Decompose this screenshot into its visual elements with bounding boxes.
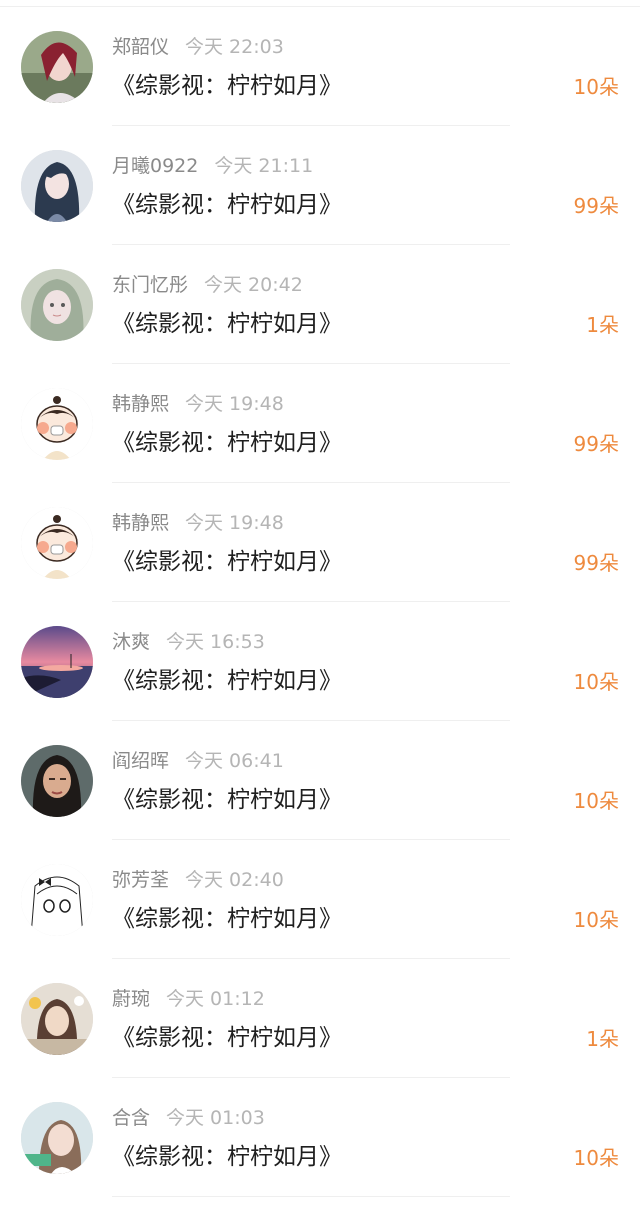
list-item[interactable]: 月曦0922 今天 21:11 《综影视：柠柠如月》 99朵 bbox=[0, 126, 640, 245]
list-item[interactable]: 沐爽 今天 16:53 《综影视：柠柠如月》 10朵 bbox=[0, 602, 640, 721]
list-item[interactable]: 韩静熙 今天 19:48 《综影视：柠柠如月》 99朵 bbox=[0, 483, 640, 602]
book-title[interactable]: 《综影视：柠柠如月》 bbox=[112, 309, 342, 339]
list-item[interactable]: 韩静熙 今天 19:48 《综影视：柠柠如月》 99朵 bbox=[0, 364, 640, 483]
gift-count: 99朵 bbox=[573, 194, 619, 218]
book-title[interactable]: 《综影视：柠柠如月》 bbox=[112, 1142, 342, 1172]
avatar[interactable] bbox=[21, 626, 93, 698]
item-meta: 郑韶仪 今天 22:03 bbox=[112, 35, 284, 59]
list-item[interactable]: 蔚琬 今天 01:12 《综影视：柠柠如月》 1朵 bbox=[0, 959, 640, 1078]
item-meta: 韩静熙 今天 19:48 bbox=[112, 511, 284, 535]
gift-count: 1朵 bbox=[586, 313, 619, 337]
gift-count: 10朵 bbox=[573, 789, 619, 813]
book-title[interactable]: 《综影视：柠柠如月》 bbox=[112, 428, 342, 458]
timestamp: 今天 20:42 bbox=[204, 274, 303, 296]
avatar[interactable] bbox=[21, 388, 93, 460]
item-meta: 弥芳荃 今天 02:40 bbox=[112, 868, 284, 892]
gift-count: 99朵 bbox=[573, 551, 619, 575]
avatar[interactable] bbox=[21, 745, 93, 817]
timestamp: 今天 22:03 bbox=[185, 36, 284, 58]
user-name[interactable]: 弥芳荃 bbox=[112, 869, 169, 891]
item-meta: 合含 今天 01:03 bbox=[112, 1106, 265, 1130]
list-item[interactable]: 东门忆彤 今天 20:42 《综影视：柠柠如月》 1朵 bbox=[0, 245, 640, 364]
avatar[interactable] bbox=[21, 269, 93, 341]
gift-count: 10朵 bbox=[573, 1146, 619, 1170]
row-divider bbox=[112, 1196, 510, 1197]
timestamp: 今天 19:48 bbox=[185, 512, 284, 534]
book-title[interactable]: 《综影视：柠柠如月》 bbox=[112, 547, 342, 577]
book-title[interactable]: 《综影视：柠柠如月》 bbox=[112, 1023, 342, 1053]
timestamp: 今天 01:03 bbox=[166, 1107, 265, 1129]
item-meta: 沐爽 今天 16:53 bbox=[112, 630, 265, 654]
avatar[interactable] bbox=[21, 31, 93, 103]
timestamp: 今天 06:41 bbox=[185, 750, 284, 772]
list-item[interactable]: 阎绍晖 今天 06:41 《综影视：柠柠如月》 10朵 bbox=[0, 721, 640, 840]
timestamp: 今天 02:40 bbox=[185, 869, 284, 891]
list-item[interactable]: 弥芳荃 今天 02:40 《综影视：柠柠如月》 10朵 bbox=[0, 840, 640, 959]
user-name[interactable]: 沐爽 bbox=[112, 631, 150, 653]
book-title[interactable]: 《综影视：柠柠如月》 bbox=[112, 785, 342, 815]
user-name[interactable]: 阎绍晖 bbox=[112, 750, 169, 772]
timestamp: 今天 19:48 bbox=[185, 393, 284, 415]
gift-count: 10朵 bbox=[573, 75, 619, 99]
item-meta: 韩静熙 今天 19:48 bbox=[112, 392, 284, 416]
user-name[interactable]: 韩静熙 bbox=[112, 393, 169, 415]
user-name[interactable]: 月曦0922 bbox=[112, 155, 198, 177]
timestamp: 今天 16:53 bbox=[166, 631, 265, 653]
avatar[interactable] bbox=[21, 983, 93, 1055]
book-title[interactable]: 《综影视：柠柠如月》 bbox=[112, 904, 342, 934]
avatar[interactable] bbox=[21, 864, 93, 936]
book-title[interactable]: 《综影视：柠柠如月》 bbox=[112, 666, 342, 696]
gift-count: 10朵 bbox=[573, 670, 619, 694]
user-name[interactable]: 蔚琬 bbox=[112, 988, 150, 1010]
user-name[interactable]: 韩静熙 bbox=[112, 512, 169, 534]
item-meta: 阎绍晖 今天 06:41 bbox=[112, 749, 284, 773]
gift-count: 99朵 bbox=[573, 432, 619, 456]
avatar[interactable] bbox=[21, 507, 93, 579]
avatar[interactable] bbox=[21, 1102, 93, 1174]
item-meta: 东门忆彤 今天 20:42 bbox=[112, 273, 303, 297]
avatar[interactable] bbox=[21, 150, 93, 222]
list-item[interactable]: 合含 今天 01:03 《综影视：柠柠如月》 10朵 bbox=[0, 1078, 640, 1197]
item-meta: 月曦0922 今天 21:11 bbox=[112, 154, 313, 178]
top-divider bbox=[0, 0, 640, 7]
timestamp: 今天 21:11 bbox=[214, 155, 314, 177]
item-meta: 蔚琬 今天 01:12 bbox=[112, 987, 265, 1011]
gift-count: 10朵 bbox=[573, 908, 619, 932]
user-name[interactable]: 东门忆彤 bbox=[112, 274, 188, 296]
gift-count: 1朵 bbox=[586, 1027, 619, 1051]
timestamp: 今天 01:12 bbox=[166, 988, 265, 1010]
list-item[interactable]: 郑韶仪 今天 22:03 《综影视：柠柠如月》 10朵 bbox=[0, 7, 640, 126]
book-title[interactable]: 《综影视：柠柠如月》 bbox=[112, 190, 342, 220]
user-name[interactable]: 郑韶仪 bbox=[112, 36, 169, 58]
book-title[interactable]: 《综影视：柠柠如月》 bbox=[112, 71, 342, 101]
gift-list: 郑韶仪 今天 22:03 《综影视：柠柠如月》 10朵 月曦0922 今天 21:1… bbox=[0, 7, 640, 1197]
user-name[interactable]: 合含 bbox=[112, 1107, 150, 1129]
